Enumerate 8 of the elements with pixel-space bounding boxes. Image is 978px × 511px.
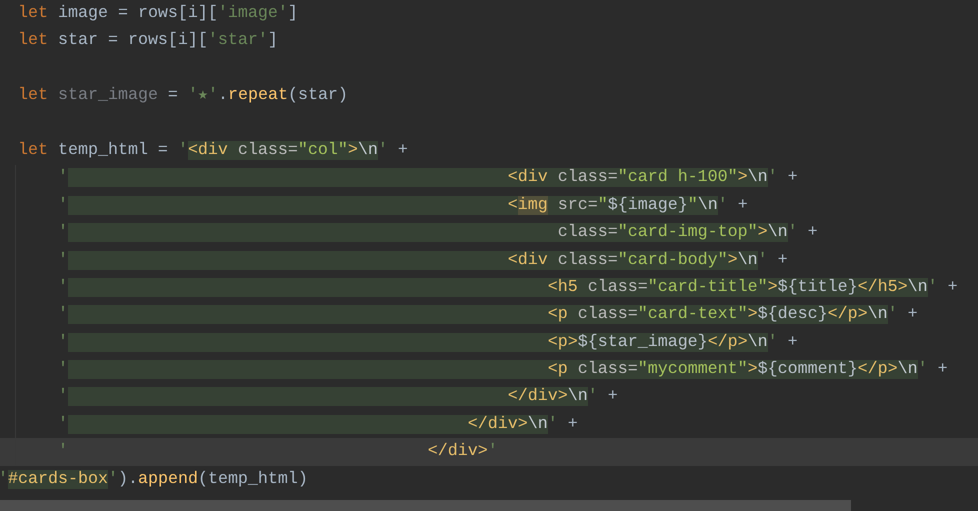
code-line: let image = rows[i]['image']	[16, 3, 298, 25]
code-line: ' <p class="mycomment">${comment}</p>\n' +	[56, 359, 948, 382]
code-line: let temp_html = '<div class="col">\n' +	[16, 140, 408, 162]
code-line: '#cards-box').append(temp_html)	[0, 468, 308, 491]
code-line: ' </div>'	[56, 441, 498, 464]
code-line: let star = rows[i]['star']	[16, 30, 278, 52]
code-line: ' <h5 class="card-title">${title}</h5>\n' +	[56, 276, 958, 299]
code-line: let star_image = '★'.repeat(star)	[16, 85, 348, 108]
